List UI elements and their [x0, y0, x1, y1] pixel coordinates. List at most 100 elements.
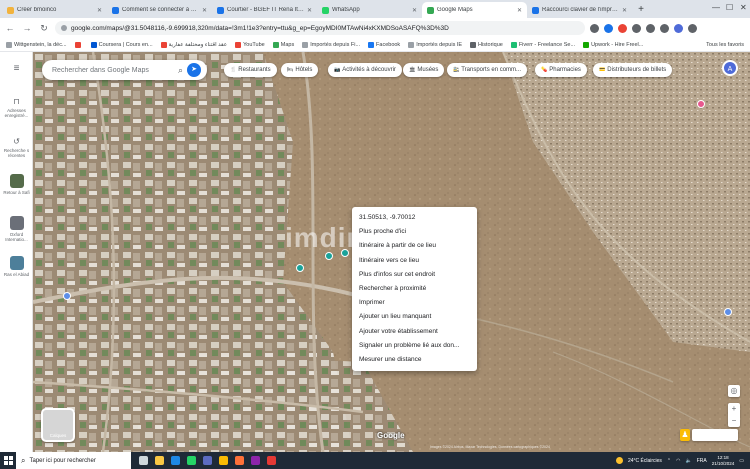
close-tab-icon[interactable]: ✕ [517, 7, 522, 14]
browser-tab[interactable]: Courtier - BGEF IT Rena Itetic ✕ [212, 2, 317, 18]
place-pin[interactable] [325, 252, 333, 260]
search-input[interactable]: Rechercher dans Google Maps [52, 67, 178, 74]
close-tab-icon[interactable]: ✕ [412, 7, 417, 14]
star-icon[interactable] [632, 23, 641, 33]
close-window-button[interactable]: ✕ [740, 3, 747, 12]
close-tab-icon[interactable]: ✕ [307, 7, 312, 14]
back-button[interactable]: ← [4, 22, 16, 34]
browser-tab[interactable]: Google Maps ✕ [422, 2, 527, 18]
category-chip[interactable]: 🏛 Musées [403, 63, 445, 77]
close-tab-icon[interactable]: ✕ [622, 7, 627, 14]
bookmark-item[interactable]: Wittgenstein, la déc... [6, 41, 67, 48]
sidebar-item[interactable]: Retour à Safi [0, 174, 33, 195]
context-menu-item[interactable]: Rechercher à proximité [352, 282, 477, 296]
site-info-icon[interactable] [61, 25, 67, 31]
taskbar-search[interactable]: ⌕ Taper ici pour rechercher [16, 452, 131, 469]
notification-icon[interactable]: ▭ [739, 458, 744, 464]
bookmark-item[interactable]: Upwork - Hire Freel... [583, 41, 643, 48]
bookmark-item[interactable]: Historique [470, 41, 503, 48]
context-menu-item[interactable]: Imprimer [352, 296, 477, 310]
weather-text[interactable]: 24°C Éclaircies [628, 458, 662, 464]
taskbar-app-photos[interactable] [247, 452, 263, 469]
search-icon[interactable]: ⌕ [178, 65, 183, 76]
category-chip[interactable]: 💳 Distributeurs de billets [593, 63, 673, 77]
sidebar-item[interactable]: Ras el Abiad [0, 256, 33, 277]
taskbar-app-maps[interactable] [263, 452, 279, 469]
context-menu-item[interactable]: Plus d'infos sur cet endroit [352, 268, 477, 282]
forward-button[interactable]: → [21, 22, 33, 34]
extensions-puzzle-icon[interactable] [646, 23, 655, 33]
zoom-in-button[interactable]: + [728, 403, 740, 415]
taskbar-app-edge[interactable] [167, 452, 183, 469]
sidebar-item[interactable]: ⊓ Adresses enregistré... [0, 97, 33, 118]
url-text[interactable]: google.com/maps/@31.5048116,-9.699918,32… [71, 25, 449, 32]
bookmark-item[interactable]: YouTube [235, 41, 265, 48]
context-menu-item[interactable]: Ajouter un lieu manquant [352, 310, 477, 324]
bookmark-item[interactable]: Importés depuis Fi... [302, 41, 360, 48]
bookmark-item[interactable]: عقد اقتناء ومختلفة عفارية [160, 41, 227, 48]
menu-icon[interactable]: ≡ [12, 64, 21, 74]
category-chip[interactable]: 📷 Activités à découvrir [328, 63, 402, 77]
my-location-icon[interactable]: ◎ [728, 385, 740, 397]
maximize-button[interactable]: ☐ [726, 3, 733, 12]
sidepanel-icon[interactable] [660, 23, 669, 33]
bookmark-item[interactable]: Importés depuis IE [408, 41, 462, 48]
taskbar-app-firefox[interactable] [231, 452, 247, 469]
extension-icon[interactable] [590, 23, 599, 33]
chevron-up-icon[interactable]: ⌃ [667, 458, 671, 464]
bookmark-item[interactable]: Coursera | Cours en... [90, 41, 153, 48]
wifi-icon[interactable]: ◠ [676, 458, 680, 464]
taskbar-app-chrome[interactable] [215, 452, 231, 469]
close-tab-icon[interactable]: ✕ [97, 7, 102, 14]
kebab-menu-icon[interactable] [688, 23, 697, 33]
zoom-out-button[interactable]: − [728, 415, 740, 427]
new-tab-button[interactable]: + [634, 3, 648, 17]
imagery-strip[interactable] [692, 429, 738, 441]
place-pin[interactable] [296, 264, 304, 272]
profile-avatar[interactable] [674, 23, 683, 33]
bookmark-item[interactable] [74, 41, 83, 48]
category-chip[interactable]: 🛏 Hôtels [281, 63, 319, 77]
browser-tab[interactable]: Créer bmoinco ✕ [2, 2, 107, 18]
account-avatar[interactable]: A [722, 60, 738, 76]
close-tab-icon[interactable]: ✕ [202, 7, 207, 14]
volume-icon[interactable]: 🔈 [686, 458, 692, 464]
category-chip[interactable]: 🍴 Restaurants [224, 63, 277, 77]
bookmark-item[interactable]: Maps [272, 41, 294, 48]
all-bookmarks-button[interactable]: Tous les favoris [706, 42, 744, 48]
taskbar-app-task-view[interactable] [135, 452, 151, 469]
sidebar-item[interactable]: Oxford Internatio... [0, 216, 33, 242]
context-menu-item[interactable]: Signaler un problème lié aux don... [352, 339, 477, 353]
bookmark-item[interactable]: Fiverr - Freelance Se... [510, 41, 575, 48]
browser-tab[interactable]: Comment se connecter à Hotm ✕ [107, 2, 212, 18]
address-bar[interactable]: google.com/maps/@31.5048116,-9.699918,32… [55, 21, 585, 35]
clock[interactable]: 12:18 21/10/2024 [712, 455, 735, 467]
context-menu-item[interactable]: Itinéraire à partir de ce lieu [352, 239, 477, 253]
place-pin[interactable] [341, 249, 349, 257]
context-menu-item[interactable]: Plus proche d'ici [352, 225, 477, 239]
maps-search-box[interactable]: Rechercher dans Google Maps ⌕ ➤ [42, 60, 207, 80]
place-pin[interactable] [697, 100, 705, 108]
pegman-icon[interactable]: ♟ [680, 429, 690, 441]
taskbar-app-store[interactable] [199, 452, 215, 469]
context-menu-item[interactable]: Ajouter votre établissement [352, 325, 477, 339]
place-pin[interactable] [63, 292, 71, 300]
language-indicator[interactable]: FRA [697, 458, 707, 464]
place-pin[interactable] [724, 308, 732, 316]
translate-icon[interactable] [604, 23, 613, 33]
bookmark-item[interactable]: Facebook [368, 41, 400, 48]
taskbar-app-explorer[interactable] [151, 452, 167, 469]
browser-tab[interactable]: WhatsApp ✕ [317, 2, 422, 18]
context-menu-item[interactable]: Mesurer une distance [352, 353, 477, 367]
start-button[interactable] [0, 452, 16, 469]
minimize-button[interactable]: — [712, 3, 720, 12]
sidebar-item[interactable]: ↺ Recherche s récentes [0, 137, 33, 158]
adblock-icon[interactable] [618, 23, 627, 33]
context-menu-item[interactable]: Itinéraire vers ce lieu [352, 254, 477, 268]
directions-icon[interactable]: ➤ [187, 63, 201, 77]
reload-button[interactable]: ↻ [38, 22, 50, 34]
taskbar-search-input[interactable]: Taper ici pour rechercher [29, 458, 95, 464]
layers-button[interactable]: Calques [41, 408, 75, 442]
coordinates-item[interactable]: 31.50513, -9.70012 [352, 211, 477, 225]
category-chip[interactable]: 🚉 Transports en comm... [447, 63, 528, 77]
